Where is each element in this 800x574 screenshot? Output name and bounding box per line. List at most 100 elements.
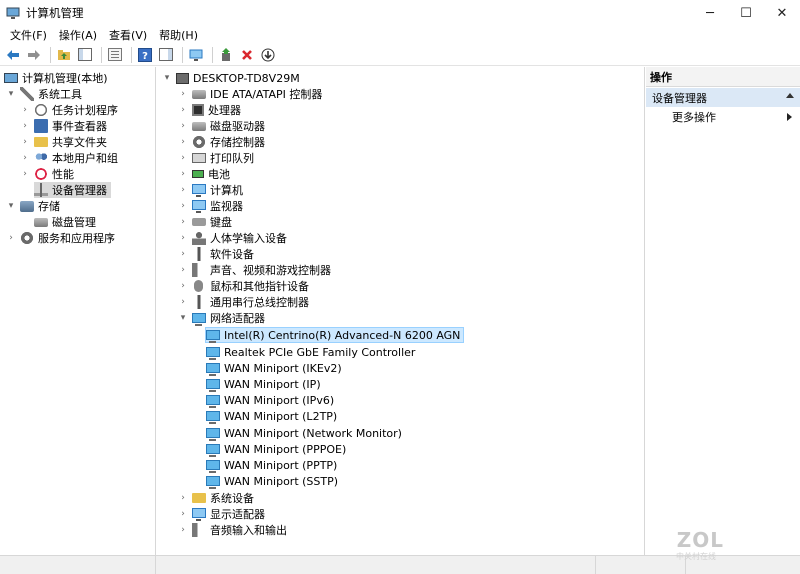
chevron-right-icon[interactable]: › — [178, 506, 188, 522]
chevron-right-icon[interactable]: › — [178, 294, 188, 310]
device-category[interactable]: › 打印队列 — [178, 150, 254, 166]
chevron-down-icon[interactable]: ▾ — [162, 70, 172, 86]
update-driver-icon[interactable] — [217, 46, 235, 64]
more-actions-item[interactable]: 更多操作 — [672, 108, 800, 126]
chevron-right-icon[interactable]: › — [20, 134, 30, 150]
network-adapter-item[interactable]: WAN Miniport (PPPOE) — [206, 441, 346, 457]
adapter-label: WAN Miniport (L2TP) — [224, 409, 338, 423]
device-category[interactable]: › 音频输入和输出 — [178, 522, 287, 538]
actions-pane: 操作 设备管理器 更多操作 — [646, 67, 800, 555]
up-folder-icon[interactable] — [55, 46, 73, 64]
category-label: 键盘 — [210, 216, 232, 229]
chevron-right-icon[interactable]: › — [178, 230, 188, 246]
chevron-right-icon[interactable]: › — [178, 522, 188, 538]
collapse-up-icon[interactable] — [786, 93, 794, 98]
network-adapter-item[interactable]: Realtek PCIe GbE Family Controller — [206, 344, 415, 360]
network-adapter-item[interactable]: WAN Miniport (IKEv2) — [206, 360, 342, 376]
forward-icon[interactable] — [25, 46, 43, 64]
menu-action[interactable]: 操作(A) — [53, 27, 103, 43]
network-adapter-item[interactable]: WAN Miniport (L2TP) — [206, 408, 337, 424]
console-tree-pane: 计算机管理(本地) ▾ 系统工具 › 任务计划程序 › 事件查看器 › 共享文件… — [0, 67, 156, 555]
chevron-down-icon[interactable]: ▾ — [178, 310, 188, 326]
minimize-button[interactable]: ─ — [692, 0, 728, 26]
adapter-label: Realtek PCIe GbE Family Controller — [224, 345, 416, 359]
chevron-right-icon[interactable]: › — [178, 490, 188, 506]
tree-item-shared-folders[interactable]: › 共享文件夹 — [20, 134, 107, 150]
network-adapter-item[interactable]: WAN Miniport (IPv6) — [206, 392, 334, 408]
device-category[interactable]: › 系统设备 — [178, 490, 254, 506]
device-category[interactable]: › 声音、视频和游戏控制器 — [178, 262, 331, 278]
chevron-right-icon[interactable]: › — [20, 102, 30, 118]
tree-item-computer-management[interactable]: 计算机管理(本地) — [4, 70, 108, 86]
tree-item-local-users-groups[interactable]: › 本地用户和组 — [20, 150, 118, 166]
tree-item-event-viewer[interactable]: › 事件查看器 — [20, 118, 107, 134]
tree-item-task-scheduler[interactable]: › 任务计划程序 — [20, 102, 118, 118]
close-button[interactable]: ✕ — [764, 0, 800, 26]
chevron-right-icon[interactable]: › — [178, 134, 188, 150]
action-pane-icon[interactable] — [157, 46, 175, 64]
tree-item-storage[interactable]: ▾ 存储 — [6, 198, 60, 214]
menu-help[interactable]: 帮助(H) — [153, 27, 204, 43]
help-icon[interactable]: ? — [136, 46, 154, 64]
actions-group-device-manager[interactable]: 设备管理器 — [646, 88, 800, 107]
chevron-right-icon[interactable]: › — [178, 214, 188, 230]
tree-item-device-manager[interactable]: 设备管理器 — [34, 182, 111, 198]
device-tree-root[interactable]: ▾ DESKTOP-TD8V29M — [162, 70, 300, 86]
device-category[interactable]: › 人体学输入设备 — [178, 230, 287, 246]
actions-header: 操作 — [646, 67, 800, 87]
tree-item-label: 共享文件夹 — [52, 136, 107, 149]
properties-icon[interactable] — [106, 46, 124, 64]
device-category[interactable]: › 软件设备 — [178, 246, 254, 262]
menu-file[interactable]: 文件(F) — [4, 27, 53, 43]
category-label: 显示适配器 — [210, 508, 265, 521]
uninstall-icon[interactable] — [238, 46, 256, 64]
network-adapter-item[interactable]: Intel(R) Centrino(R) Advanced-N 6200 AGN — [205, 327, 465, 343]
network-adapter-item[interactable]: WAN Miniport (IP) — [206, 376, 321, 392]
computer-management-icon — [4, 73, 18, 83]
scan-hardware-icon[interactable] — [187, 46, 205, 64]
device-category[interactable]: › 处理器 — [178, 102, 241, 118]
device-category[interactable]: › 鼠标和其他指针设备 — [178, 278, 309, 294]
chevron-right-icon[interactable]: › — [20, 166, 30, 182]
chevron-right-icon[interactable]: › — [178, 150, 188, 166]
network-adapter-item[interactable]: WAN Miniport (SSTP) — [206, 473, 338, 489]
chevron-right-icon[interactable]: › — [178, 102, 188, 118]
chevron-right-icon[interactable]: › — [178, 86, 188, 102]
device-category[interactable]: › IDE ATA/ATAPI 控制器 — [178, 86, 322, 102]
tree-item-services-applications[interactable]: › 服务和应用程序 — [6, 230, 115, 246]
ide-controller-icon — [192, 89, 206, 99]
chevron-down-icon[interactable]: ▾ — [6, 198, 16, 214]
maximize-button[interactable]: ☐ — [728, 0, 764, 26]
tree-item-performance[interactable]: › 性能 — [20, 166, 74, 182]
network-adapter-item[interactable]: WAN Miniport (PPTP) — [206, 457, 337, 473]
zol-watermark-logo: ZOL — [676, 528, 724, 552]
chevron-right-icon[interactable]: › — [178, 198, 188, 214]
tree-item-system-tools[interactable]: ▾ 系统工具 — [6, 86, 82, 102]
chevron-down-icon[interactable]: ▾ — [6, 86, 16, 102]
device-category[interactable]: › 磁盘驱动器 — [178, 118, 265, 134]
network-adapter-item[interactable]: WAN Miniport (Network Monitor) — [206, 425, 402, 441]
chevron-right-icon[interactable]: › — [20, 150, 30, 166]
tree-item-disk-management[interactable]: 磁盘管理 — [34, 214, 96, 230]
chevron-right-icon[interactable]: › — [178, 262, 188, 278]
show-hide-tree-icon[interactable] — [76, 46, 94, 64]
device-category[interactable]: › 键盘 — [178, 214, 232, 230]
chevron-right-icon[interactable]: › — [178, 278, 188, 294]
back-icon[interactable] — [4, 46, 22, 64]
device-category[interactable]: › 计算机 — [178, 182, 243, 198]
device-category[interactable]: › 存储控制器 — [178, 134, 265, 150]
tree-item-label: 性能 — [52, 168, 74, 181]
chevron-right-icon[interactable]: › — [178, 118, 188, 134]
chevron-right-icon[interactable]: › — [20, 118, 30, 134]
device-category[interactable]: › 通用串行总线控制器 — [178, 294, 309, 310]
chevron-right-icon[interactable]: › — [178, 182, 188, 198]
device-category[interactable]: › 监视器 — [178, 198, 243, 214]
menu-view[interactable]: 查看(V) — [103, 27, 153, 43]
device-category[interactable]: › 显示适配器 — [178, 506, 265, 522]
device-category-network-adapters[interactable]: ▾ 网络适配器 — [178, 310, 265, 326]
chevron-right-icon[interactable]: › — [6, 230, 16, 246]
device-category[interactable]: › 电池 — [178, 166, 230, 182]
download-icon[interactable] — [259, 46, 277, 64]
chevron-right-icon[interactable]: › — [178, 166, 188, 182]
chevron-right-icon[interactable]: › — [178, 246, 188, 262]
